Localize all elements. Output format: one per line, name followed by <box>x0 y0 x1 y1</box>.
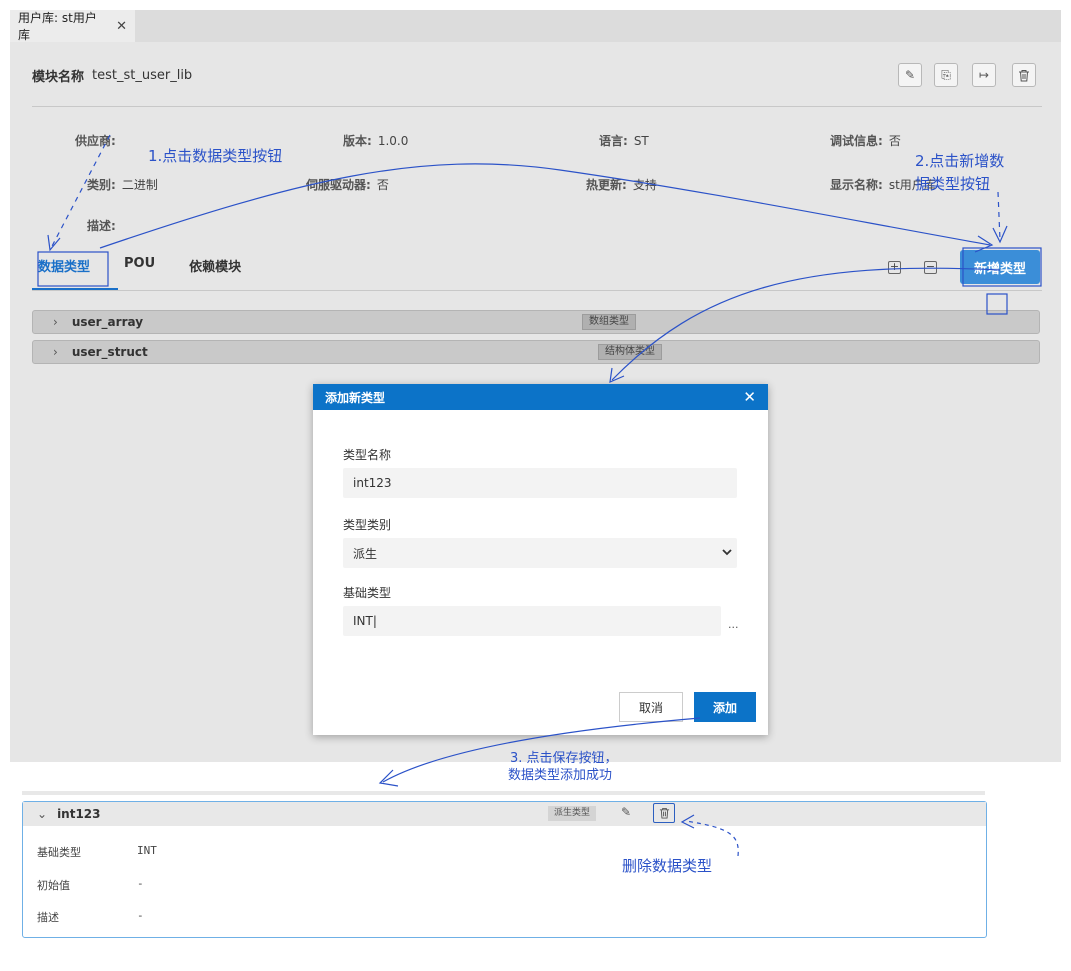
export-icon: ⎘ <box>941 67 951 82</box>
delete-type-button[interactable] <box>653 803 675 823</box>
trash-icon <box>659 807 669 819</box>
base-type-val: INT <box>137 844 157 857</box>
chevron-down-icon <box>722 549 732 556</box>
type-name-value: int123 <box>353 476 392 490</box>
app-screen: 用户库: st用户库 ✕ 模块名称 test_st_user_lib ✎ ⎘ ↦… <box>10 10 1061 762</box>
type-row-name: user_struct <box>71 345 148 359</box>
annotation-step3-line1: 3. 点击保存按钮， <box>510 751 618 766</box>
type-badge: 数组类型 <box>582 314 636 330</box>
collapse-all-icon[interactable]: − <box>924 261 937 274</box>
type-category-value: 派生 <box>353 546 378 561</box>
tab-pou[interactable]: POU <box>124 256 155 275</box>
module-header: 模块名称 test_st_user_lib <box>32 66 192 85</box>
base-type-value: INT <box>353 614 373 628</box>
annotation-step2-line2: 据类型按钮 <box>915 175 991 193</box>
expand-all-icon[interactable]: + <box>888 261 901 274</box>
exit-icon: ↦ <box>978 68 990 82</box>
exit-button[interactable]: ↦ <box>972 63 996 87</box>
annotation-step1: 1.点击数据类型按钮 <box>148 147 283 165</box>
tabs-divider <box>32 290 1042 291</box>
base-type-label: 基础类型 <box>343 586 392 600</box>
edit-button[interactable]: ✎ <box>898 63 922 87</box>
type-name-label: 类型名称 <box>343 448 392 462</box>
description-val: - <box>137 909 144 922</box>
arrow-head <box>378 769 399 787</box>
info-description: 描述: <box>87 219 116 233</box>
module-name-value: test_st_user_lib <box>92 68 193 83</box>
dialog-title-bar: 添加新类型 ✕ <box>313 384 768 410</box>
trash-icon <box>1019 69 1029 81</box>
chevron-down-icon[interactable]: ⌄ <box>37 807 47 821</box>
info-vendor: 供应商: <box>75 134 116 148</box>
tab-bar: 用户库: st用户库 ✕ <box>10 10 1061 42</box>
export-button[interactable]: ⎘ <box>934 63 958 87</box>
dialog-title: 添加新类型 <box>325 390 386 405</box>
chevron-right-icon[interactable]: › <box>53 345 58 359</box>
type-category-select[interactable]: 派生 <box>343 538 737 568</box>
annotation-step3-line2: 数据类型添加成功 <box>508 768 613 783</box>
info-language: 语言: ST <box>599 134 649 148</box>
browse-button[interactable]: ... <box>728 618 739 631</box>
description-key: 描述 <box>37 911 59 924</box>
type-badge: 派生类型 <box>548 806 597 821</box>
close-icon[interactable]: ✕ <box>116 19 127 34</box>
type-detail-card: ⌄ int123 派生类型 ✎ 基础类型 INT 初始值 - 描述 - <box>22 801 987 938</box>
base-type-key: 基础类型 <box>37 846 81 859</box>
add-type-button[interactable]: 新增类型 <box>960 250 1040 284</box>
chevron-right-icon[interactable]: › <box>53 315 58 329</box>
type-row[interactable]: › user_array 数组类型 <box>32 310 1040 334</box>
type-name-input[interactable]: int123 <box>343 468 737 498</box>
tab-title: 用户库: st用户库 <box>18 11 97 42</box>
annotation-step2-line1: 2.点击新增数 <box>915 152 1005 170</box>
base-type-input[interactable]: INT | <box>343 606 721 636</box>
pencil-icon: ✎ <box>904 68 916 82</box>
add-type-dialog: 添加新类型 ✕ 类型名称 int123 类型类别 派生 基础类型 INT | ..… <box>313 384 768 735</box>
delete-module-button[interactable] <box>1012 63 1036 87</box>
annotation-delete: 删除数据类型 <box>622 857 713 875</box>
cancel-button[interactable]: 取消 <box>619 692 683 722</box>
initial-value-val: - <box>137 877 144 890</box>
divider <box>32 106 1042 107</box>
info-debug: 调试信息: 否 <box>830 134 901 148</box>
type-row[interactable]: › user_struct 结构体类型 <box>32 340 1040 364</box>
active-tab-indicator <box>32 288 118 290</box>
list-top-strip <box>22 791 985 795</box>
module-tabs: 数据类型 POU 依赖模块 <box>38 256 241 275</box>
confirm-add-button[interactable]: 添加 <box>694 692 756 722</box>
pencil-icon[interactable]: ✎ <box>621 805 631 819</box>
type-badge: 结构体类型 <box>598 344 662 360</box>
close-icon[interactable]: ✕ <box>743 388 756 406</box>
module-name-label: 模块名称 <box>32 70 85 85</box>
tab-dependencies[interactable]: 依赖模块 <box>189 256 241 275</box>
info-version: 版本: 1.0.0 <box>343 134 409 148</box>
tab-data-types[interactable]: 数据类型 <box>38 256 90 275</box>
info-servo: 伺服驱动器: 否 <box>306 178 389 192</box>
type-row-name: user_array <box>71 315 144 329</box>
type-detail-header[interactable]: ⌄ int123 派生类型 ✎ <box>23 802 986 826</box>
info-category: 类别: 二进制 <box>87 178 158 192</box>
info-hot-update: 热更新: 支持 <box>586 178 657 192</box>
initial-value-key: 初始值 <box>37 879 70 892</box>
type-detail-name: int123 <box>57 807 101 821</box>
type-category-label: 类型类别 <box>343 518 392 532</box>
tab-user-library[interactable]: 用户库: st用户库 ✕ <box>10 10 135 42</box>
